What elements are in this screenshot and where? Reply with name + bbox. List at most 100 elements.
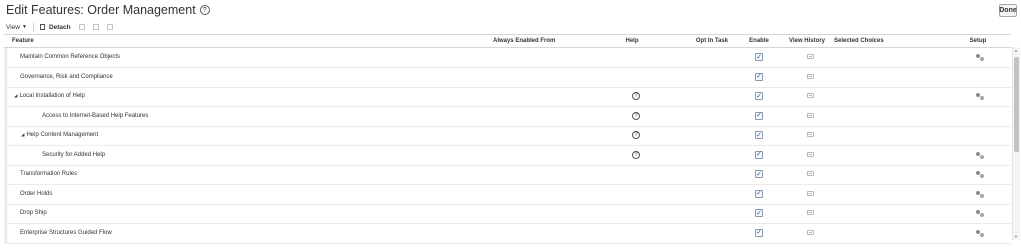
table-row[interactable]: ◢ Local Installation of Help? ✓	[4, 87, 1011, 107]
gear-icon-part	[980, 193, 984, 198]
feature-cell: Security for Added Help	[42, 152, 105, 158]
view-history-icon[interactable]	[807, 54, 814, 59]
setup-gear-icon[interactable]	[976, 210, 985, 217]
scroll-down-arrow-icon[interactable]: ▼	[1014, 234, 1018, 239]
gear-icon-part	[980, 213, 984, 217]
setup-gear-icon[interactable]	[976, 54, 985, 61]
view-history-icon[interactable]	[807, 132, 814, 137]
table-row[interactable]: Drop Ship ✓	[4, 204, 1011, 224]
help-icon[interactable]: ?	[199, 5, 210, 15]
view-history-icon[interactable]	[807, 190, 814, 196]
table-row[interactable]: Access to Internet-Based Help Features? ✓	[4, 106, 1011, 127]
enable-checkbox[interactable]: ✓	[755, 111, 763, 120]
table-row[interactable]: Security for Added Help? ✓	[4, 145, 1011, 166]
enable-checkbox[interactable]: ✓	[755, 189, 763, 198]
gear-icon-part	[980, 96, 984, 100]
enable-checkbox[interactable]: ✓	[755, 170, 763, 178]
feature-label: Security for Added Help	[42, 151, 106, 158]
setup-gear-icon[interactable]	[976, 229, 985, 237]
row-gutter	[4, 184, 7, 204]
detach-button[interactable]: Detach	[39, 24, 71, 31]
wrap-icon[interactable]	[106, 24, 113, 30]
gear-icon-part	[980, 174, 984, 178]
view-menu[interactable]: View ▼	[6, 24, 27, 31]
setup-gear-icon[interactable]	[976, 171, 985, 178]
column-header-always-enabled-from[interactable]: Always Enabled From	[493, 38, 555, 44]
enable-checkbox[interactable]: ✓	[755, 209, 763, 217]
feature-label: Transformation Rules	[20, 171, 78, 177]
view-history-icon[interactable]	[807, 112, 814, 118]
row-gutter	[4, 204, 7, 223]
page-title-text: Edit Features: Order Management	[6, 3, 196, 17]
enable-checkbox[interactable]: ✓	[755, 92, 763, 100]
scroll-up-arrow-icon[interactable]: ▲	[1014, 48, 1018, 53]
feature-label: Local Installation of Help	[19, 93, 85, 99]
enable-checkbox[interactable]: ✓	[755, 53, 763, 61]
view-history-icon[interactable]	[807, 229, 814, 235]
row-gutter	[4, 165, 7, 184]
detach-icon	[39, 24, 45, 30]
help-icon[interactable]: ?	[632, 92, 640, 100]
feature-cell: ◢ Local Installation of Help	[14, 93, 85, 99]
setup-gear-icon[interactable]	[976, 93, 985, 100]
row-gutter	[4, 87, 7, 106]
gear-icon-part	[980, 154, 984, 159]
row-gutter	[4, 145, 7, 165]
toolbar-divider	[32, 22, 34, 32]
vertical-scrollbar[interactable]: ▲ ▼	[1012, 47, 1020, 240]
gear-icon-part	[980, 232, 984, 237]
expand-toggle-icon[interactable]: ◢	[14, 93, 17, 99]
feature-cell: Order Holds	[20, 191, 52, 197]
help-icon[interactable]: ?	[632, 111, 640, 120]
enable-checkbox[interactable]: ✓	[755, 150, 763, 159]
feature-cell: Enterprise Structures Guided Flow	[20, 230, 112, 236]
view-history-icon[interactable]	[807, 171, 814, 176]
help-icon[interactable]: ?	[632, 150, 640, 159]
column-header-feature[interactable]: Feature	[12, 38, 34, 44]
setup-gear-icon[interactable]	[976, 151, 985, 159]
scroll-thumb[interactable]	[1014, 57, 1019, 152]
view-history-icon[interactable]	[807, 151, 814, 157]
column-header-enable[interactable]: Enable	[749, 38, 769, 44]
feature-cell: ◢ Help Content Management	[21, 132, 98, 138]
column-header-opt-in-task[interactable]: Opt In Task	[696, 38, 728, 44]
column-header-setup[interactable]: Setup	[970, 38, 987, 44]
row-gutter	[4, 67, 7, 87]
done-button[interactable]: Done	[999, 4, 1017, 17]
table-row[interactable]: Maintain Common Reference Objects ✓	[4, 48, 1011, 68]
view-history-icon[interactable]	[807, 73, 814, 79]
view-history-icon[interactable]	[807, 93, 814, 98]
feature-cell: Access to Internet-Based Help Features	[42, 113, 148, 119]
feature-label: Enterprise Structures Guided Flow	[20, 229, 112, 236]
page-title: Edit Features: Order Management ?	[6, 3, 210, 17]
column-header-selected-choices[interactable]: Selected Choices	[834, 38, 884, 44]
table-row[interactable]: Transformation Rules ✓	[4, 165, 1011, 185]
feature-label: Access to Internet-Based Help Features	[42, 112, 149, 119]
view-menu-label: View	[6, 23, 20, 31]
row-gutter	[4, 106, 7, 126]
table-row[interactable]: Order Holds ✓	[4, 184, 1011, 205]
feature-cell: Governance, Risk and Compliance	[20, 74, 113, 80]
row-gutter	[4, 126, 7, 145]
help-icon[interactable]: ?	[632, 131, 640, 139]
feature-label: Order Holds	[20, 190, 53, 197]
row-gutter	[4, 223, 7, 243]
view-history-icon[interactable]	[807, 210, 814, 215]
enable-checkbox[interactable]: ✓	[755, 72, 763, 81]
table-row[interactable]: ◢ Help Content Management? ✓	[4, 126, 1011, 146]
expand-toggle-icon[interactable]: ◢	[21, 132, 24, 138]
feature-cell: Drop Ship	[20, 210, 47, 216]
feature-cell: Transformation Rules	[20, 171, 77, 177]
row-gutter	[4, 48, 7, 67]
columns-icon[interactable]	[92, 24, 99, 30]
table-row[interactable]: Enterprise Structures Guided Flow ✓	[4, 223, 1011, 244]
freeze-icon[interactable]	[78, 24, 85, 30]
table-row[interactable]: Governance, Risk and Compliance ✓	[4, 67, 1011, 88]
column-header-view-history[interactable]: View History	[789, 38, 825, 44]
enable-checkbox[interactable]: ✓	[755, 131, 763, 139]
enable-checkbox[interactable]: ✓	[755, 228, 763, 237]
feature-cell: Maintain Common Reference Objects	[20, 54, 120, 60]
chevron-down-icon: ▼	[21, 24, 27, 30]
column-header-help[interactable]: Help	[625, 38, 638, 44]
setup-gear-icon[interactable]	[976, 190, 985, 198]
